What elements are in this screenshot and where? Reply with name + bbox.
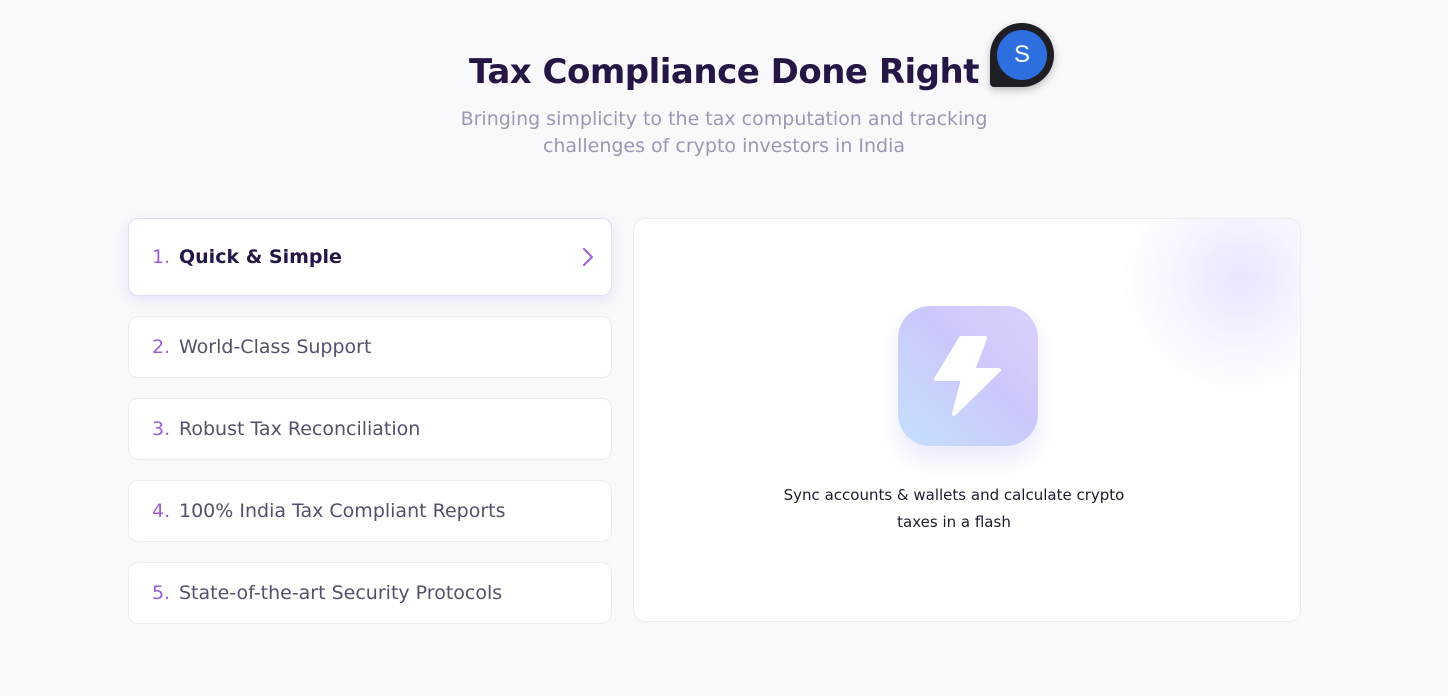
feature-item-security-protocols[interactable]: 5. State-of-the-art Security Protocols — [128, 562, 612, 624]
feature-number: 5. — [152, 582, 171, 604]
lightning-bolt-icon — [898, 306, 1038, 446]
feature-item-robust-tax-reconciliation[interactable]: 3. Robust Tax Reconciliation — [128, 398, 612, 460]
feature-label: State-of-the-art Security Protocols — [179, 582, 503, 604]
feature-description: Sync accounts & wallets and calculate cr… — [783, 486, 1125, 531]
decorative-glow — [1120, 219, 1300, 399]
feature-label: World-Class Support — [179, 336, 372, 358]
feature-number: 4. — [152, 500, 171, 522]
page-title: Tax Compliance Done Right — [469, 52, 979, 92]
feature-detail-panel: Sync accounts & wallets and calculate cr… — [633, 218, 1301, 622]
feature-label: Robust Tax Reconciliation — [179, 418, 421, 440]
avatar[interactable]: S — [997, 30, 1047, 80]
feature-item-quick-simple[interactable]: 1. Quick & Simple — [128, 218, 612, 296]
feature-number: 1. — [152, 246, 171, 268]
feature-number: 3. — [152, 418, 171, 440]
chat-widget-button[interactable]: S — [990, 23, 1054, 87]
feature-item-india-tax-compliant-reports[interactable]: 4. 100% India Tax Compliant Reports — [128, 480, 612, 542]
feature-number: 2. — [152, 336, 171, 358]
feature-label: 100% India Tax Compliant Reports — [179, 500, 506, 522]
chevron-right-icon — [583, 248, 593, 266]
page-subtitle: Bringing simplicity to the tax computati… — [460, 108, 988, 157]
feature-label: Quick & Simple — [179, 246, 342, 268]
feature-item-world-class-support[interactable]: 2. World-Class Support — [128, 316, 612, 378]
